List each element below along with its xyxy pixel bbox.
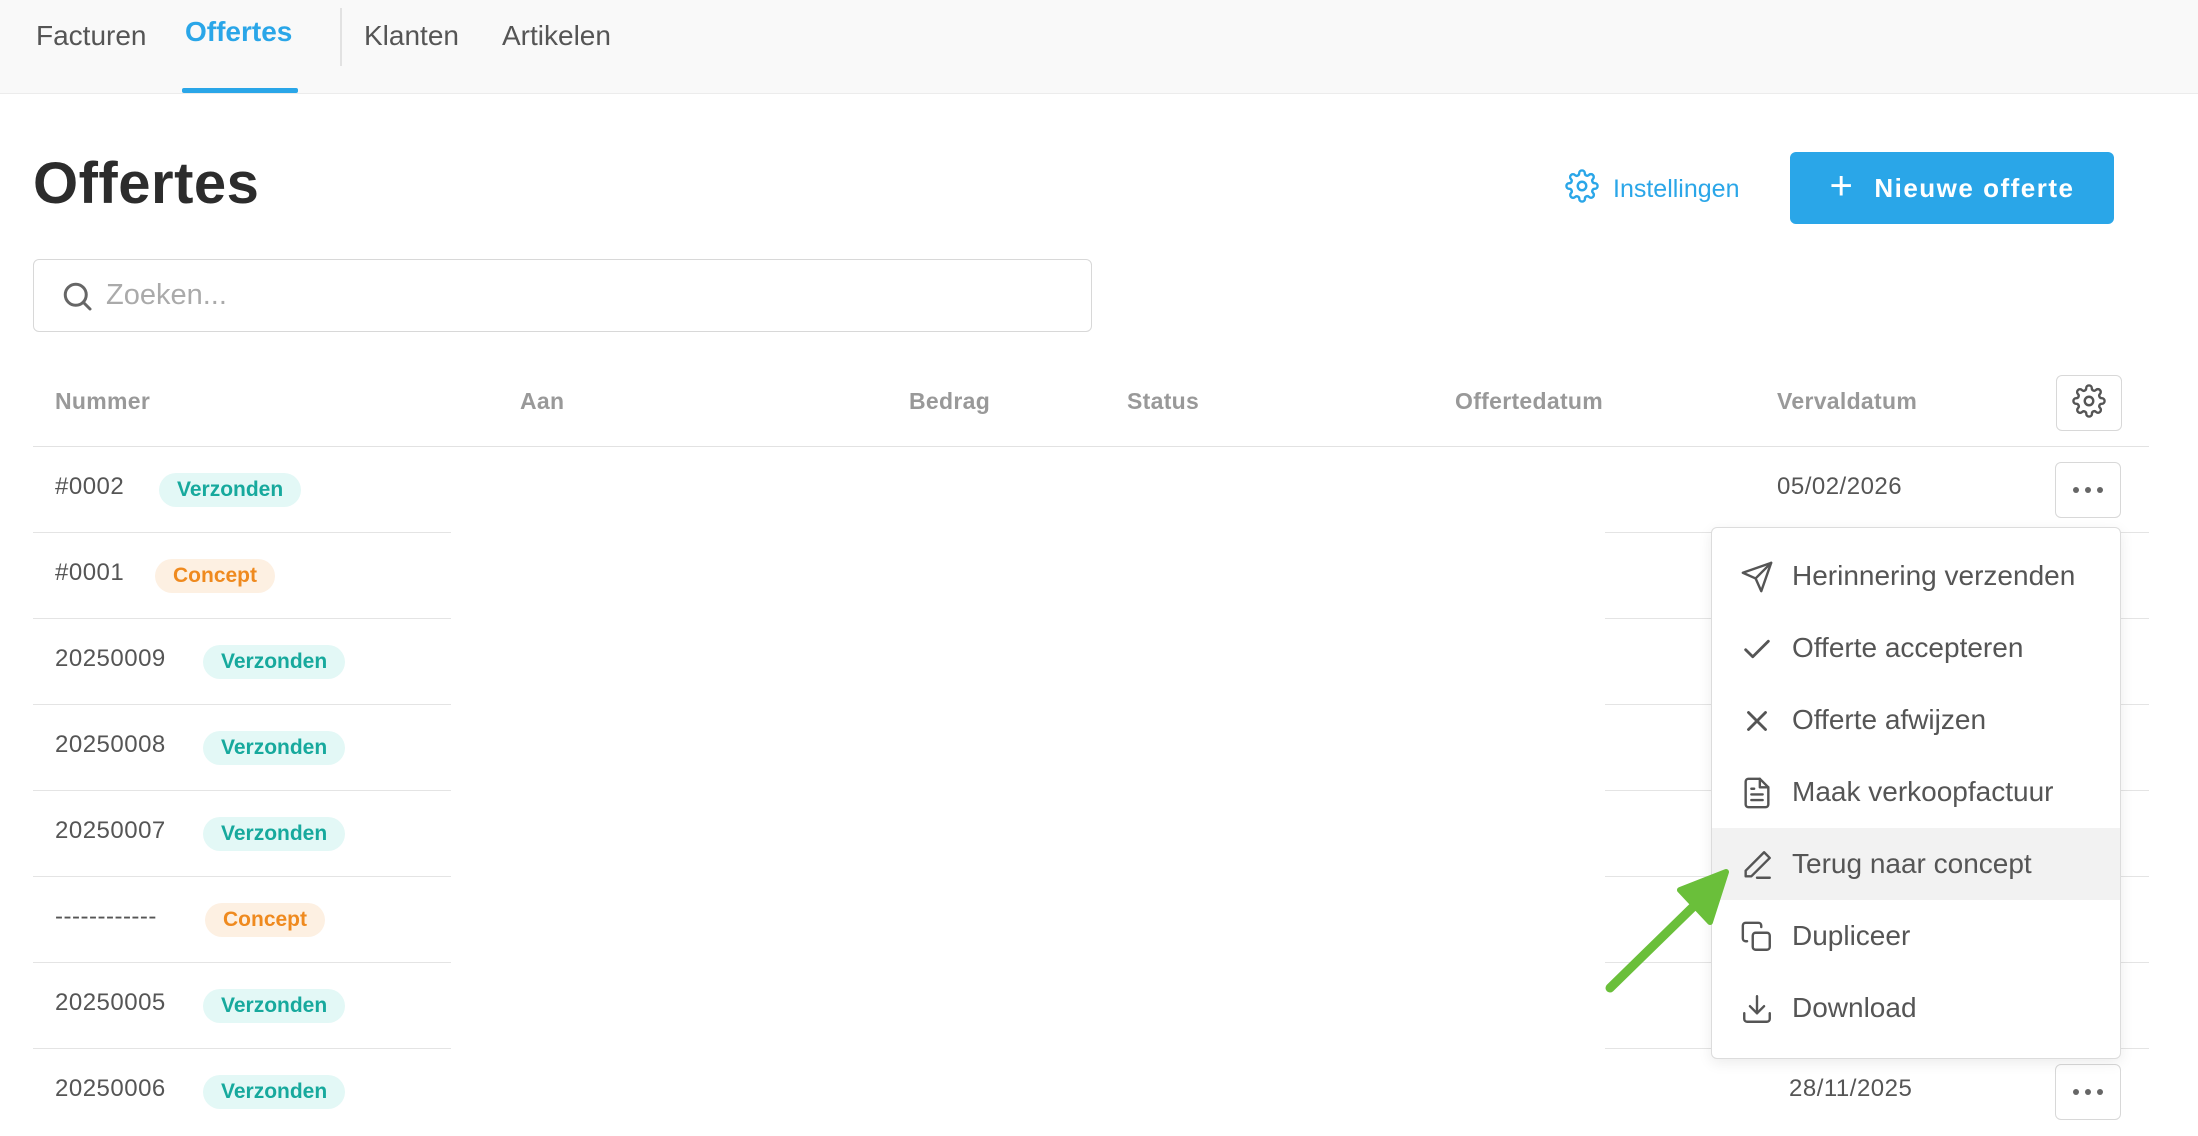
new-quote-button[interactable]: + Nieuwe offerte bbox=[1790, 152, 2114, 224]
new-quote-label: Nieuwe offerte bbox=[1874, 172, 2075, 203]
gear-icon bbox=[2072, 383, 2106, 423]
quote-number: #0002 bbox=[55, 473, 125, 500]
plus-icon: + bbox=[1829, 164, 1855, 208]
menu-item-label: Herinnering verzenden bbox=[1792, 560, 2076, 591]
column-header-aan[interactable]: Aan bbox=[520, 388, 564, 415]
settings-label: Instellingen bbox=[1613, 174, 1740, 203]
menu-item-label: Dupliceer bbox=[1792, 920, 1911, 951]
quote-number: 20250008 bbox=[55, 731, 166, 758]
active-tab-indicator bbox=[182, 88, 298, 93]
menu-item-download[interactable]: Download bbox=[1712, 972, 2120, 1044]
menu-item-create-invoice[interactable]: Maak verkoopfactuur bbox=[1712, 756, 2120, 828]
due-date: 28/11/2025 bbox=[1789, 1075, 1913, 1102]
quote-number: 20250006 bbox=[55, 1075, 166, 1102]
row-actions-button[interactable] bbox=[2055, 1064, 2121, 1120]
status-badge: Verzonden bbox=[203, 989, 346, 1023]
menu-item-reject-quote[interactable]: Offerte afwijzen bbox=[1712, 684, 2120, 756]
column-header-bedrag[interactable]: Bedrag bbox=[909, 388, 990, 415]
status-badge: Concept bbox=[205, 903, 325, 937]
more-dots-icon bbox=[2070, 1089, 2106, 1095]
quote-number: 20250007 bbox=[55, 817, 166, 844]
column-header-status[interactable]: Status bbox=[1127, 388, 1199, 415]
quote-number: 20250009 bbox=[55, 645, 166, 672]
menu-item-label: Maak verkoopfactuur bbox=[1792, 776, 2054, 807]
column-settings-button[interactable] bbox=[2056, 375, 2122, 431]
status-badge: Concept bbox=[155, 559, 275, 593]
menu-item-label: Offerte afwijzen bbox=[1792, 704, 1987, 735]
due-date: 05/02/2026 bbox=[1777, 473, 1903, 500]
menu-item-duplicate[interactable]: Dupliceer bbox=[1712, 900, 2120, 972]
row-actions-menu: Herinnering verzenden Offerte accepteren… bbox=[1711, 527, 2121, 1059]
nav-divider bbox=[340, 8, 342, 66]
status-badge: Verzonden bbox=[203, 731, 346, 765]
more-dots-icon bbox=[2070, 487, 2106, 493]
settings-link[interactable]: Instellingen bbox=[1565, 168, 1739, 210]
menu-item-label: Offerte accepteren bbox=[1792, 632, 2024, 663]
status-badge: Verzonden bbox=[203, 1075, 346, 1109]
tab-facturen[interactable]: Facturen bbox=[32, 0, 151, 94]
search-box bbox=[33, 259, 1092, 332]
column-header-offertedatum[interactable]: Offertedatum bbox=[1455, 388, 1603, 415]
quote-number: #0001 bbox=[55, 559, 125, 586]
search-input[interactable] bbox=[106, 260, 1066, 331]
row-actions-button[interactable] bbox=[2055, 462, 2121, 518]
gear-icon bbox=[1565, 168, 1599, 210]
quote-number: ------------ bbox=[55, 903, 157, 930]
tab-artikelen[interactable]: Artikelen bbox=[498, 0, 615, 94]
status-badge: Verzonden bbox=[203, 645, 346, 679]
menu-item-send-reminder[interactable]: Herinnering verzenden bbox=[1712, 540, 2120, 612]
column-header-vervaldatum[interactable]: Vervaldatum bbox=[1777, 388, 1917, 415]
menu-item-back-to-draft[interactable]: Terug naar concept bbox=[1712, 828, 2120, 900]
menu-item-label: Download bbox=[1792, 992, 1917, 1023]
status-badge: Verzonden bbox=[159, 473, 302, 507]
tab-offertes[interactable]: Offertes bbox=[181, 0, 296, 90]
column-header-nummer[interactable]: Nummer bbox=[55, 388, 150, 415]
tab-klanten[interactable]: Klanten bbox=[360, 0, 463, 94]
menu-item-label: Terug naar concept bbox=[1792, 848, 2032, 879]
top-nav: Facturen Offertes Klanten Artikelen bbox=[0, 0, 2198, 94]
page-title: Offertes bbox=[33, 151, 260, 216]
status-badge: Verzonden bbox=[203, 817, 346, 851]
menu-item-accept-quote[interactable]: Offerte accepteren bbox=[1712, 612, 2120, 684]
quote-number: 20250005 bbox=[55, 989, 166, 1016]
table-row[interactable]: #0002 Verzonden 05/02/2026 bbox=[33, 447, 2149, 533]
table-row[interactable]: 20250006 Verzonden 28/11/2025 bbox=[33, 1049, 2149, 1135]
